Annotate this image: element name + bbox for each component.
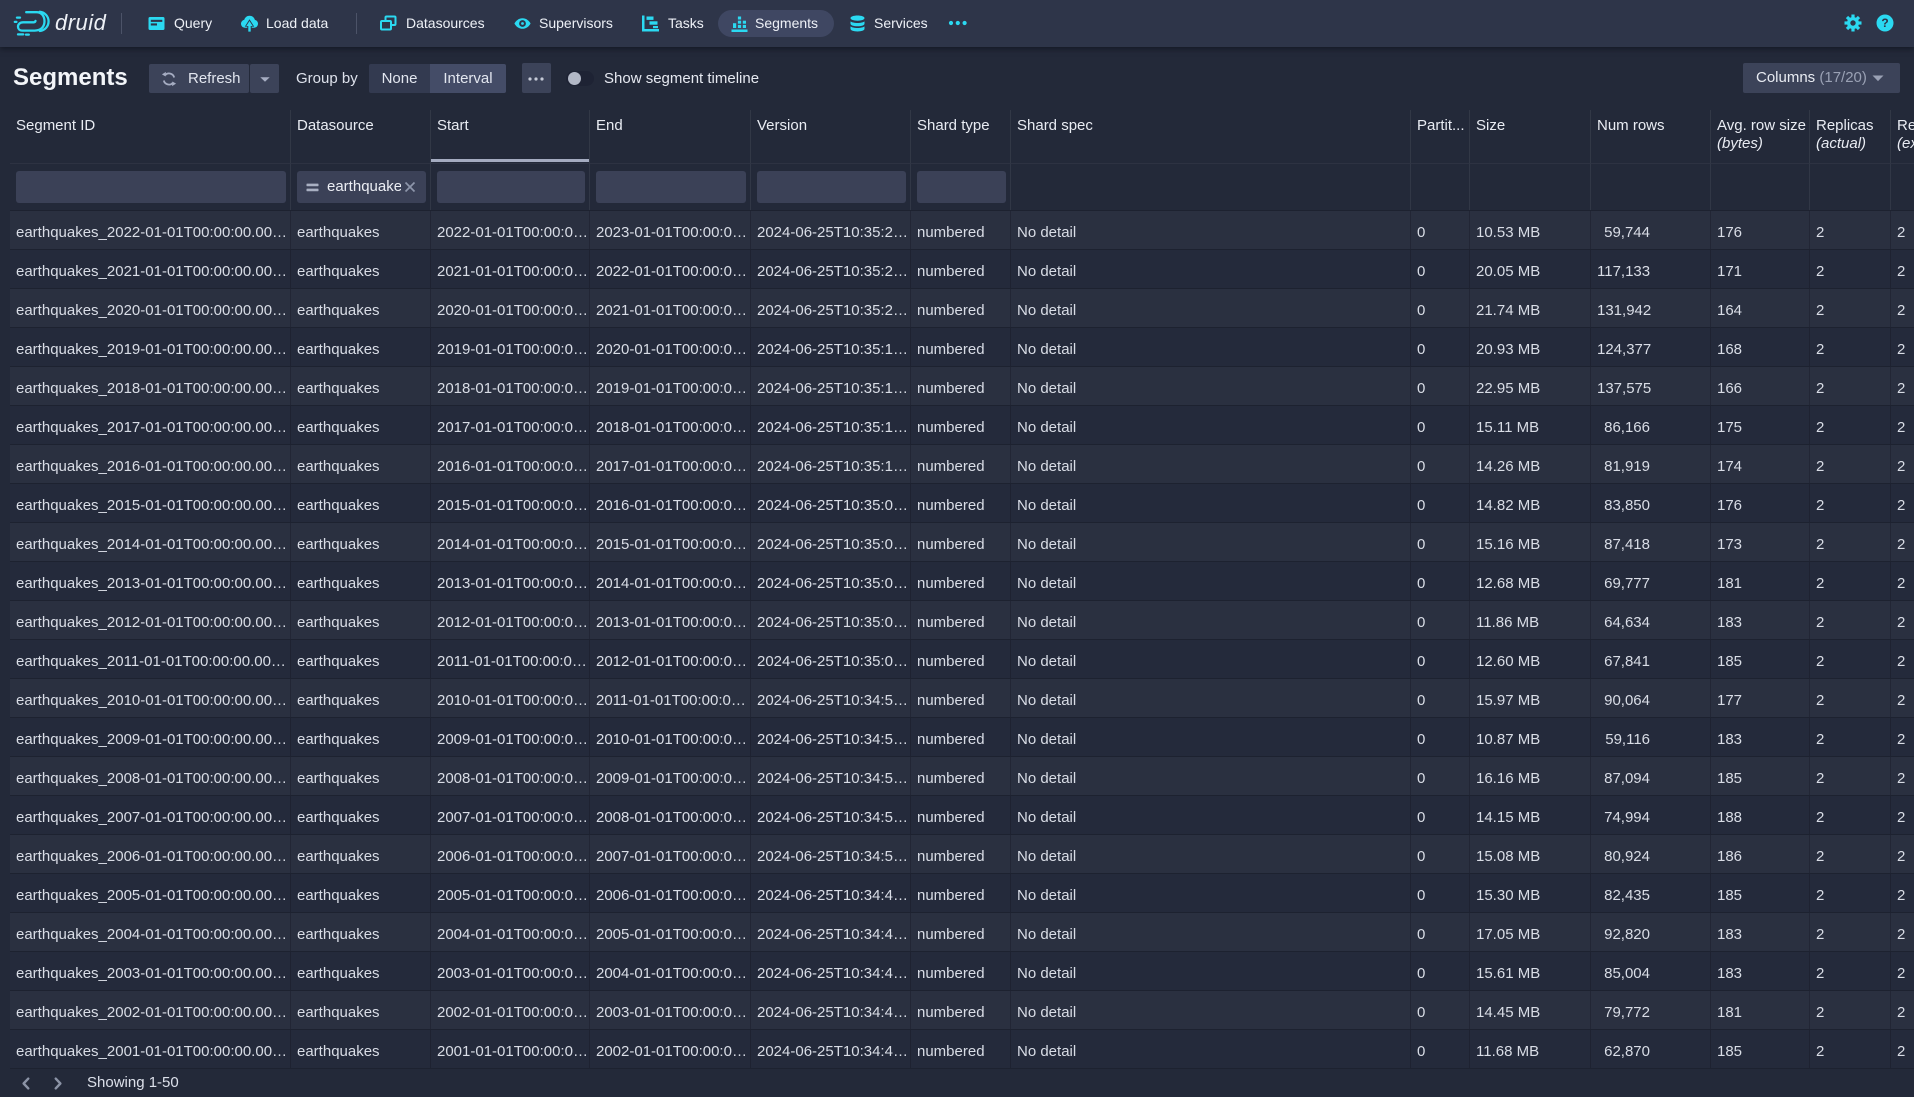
svg-text:?: ? [1881,16,1888,30]
